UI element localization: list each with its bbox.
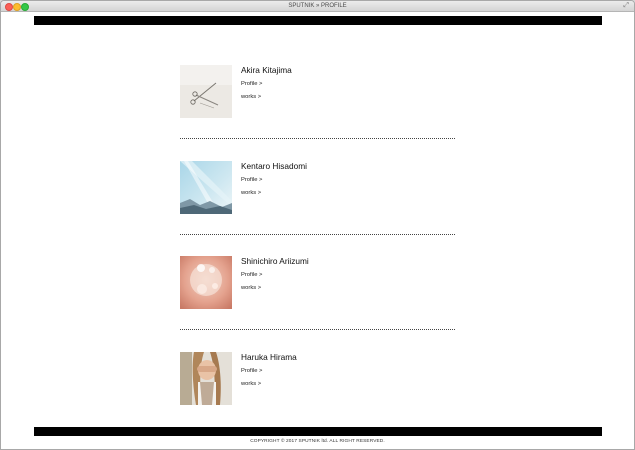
footer-bar [34,427,602,436]
works-link[interactable]: works > [241,190,261,196]
artist-thumbnail[interactable] [180,352,232,405]
artist-entry: Shinichiro Ariizumi Profile > works > [180,256,455,309]
artist-name: Kentaro Hisadomi [241,161,307,171]
window-title: SPUTNIK » PROFILE [288,3,347,9]
artist-entry: Kentaro Hisadomi Profile > works > [180,161,455,214]
divider [180,234,455,235]
divider [180,138,455,139]
divider [180,329,455,330]
works-link[interactable]: works > [241,94,261,100]
artist-name: Haruka Hirama [241,352,297,362]
artist-thumbnail[interactable] [180,161,232,214]
title-bar: SPUTNIK » PROFILE ⤢ [1,1,634,12]
profile-link[interactable]: Profile > [241,368,262,374]
artist-name: Akira Kitajima [241,65,292,75]
profile-link[interactable]: Profile > [241,272,262,278]
header-bar [34,16,602,25]
artist-entry: Akira Kitajima Profile > works > [180,65,455,118]
copyright-text: COPYRIGHT © 2017 SPUTNIK ltd. ALL RIGHT … [250,439,385,444]
fullscreen-icon[interactable]: ⤢ [623,2,629,10]
artist-thumbnail[interactable] [180,65,232,118]
works-link[interactable]: works > [241,285,261,291]
browser-window: SPUTNIK » PROFILE ⤢ Akira Kitajima Profi… [0,0,635,450]
works-link[interactable]: works > [241,381,261,387]
profile-link[interactable]: Profile > [241,81,262,87]
artist-thumbnail[interactable] [180,256,232,309]
artist-entry: Haruka Hirama Profile > works > [180,352,455,405]
artist-name: Shinichiro Ariizumi [241,256,309,266]
profile-link[interactable]: Profile > [241,177,262,183]
